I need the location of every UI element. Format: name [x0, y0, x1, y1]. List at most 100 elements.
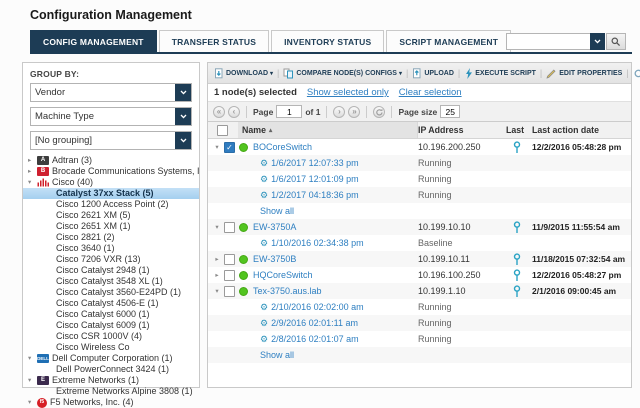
last-page-button[interactable]: » — [348, 106, 360, 118]
table-row-hqcoreswitch[interactable]: ▸ HQCoreSwitch 10.196.100.250 12/2/2016 … — [208, 267, 631, 283]
collapse-row-icon[interactable]: ▾ — [212, 287, 222, 295]
config-row[interactable]: ⚙2/9/2016 02:01:11 am Running — [208, 315, 631, 331]
search-button[interactable] — [606, 33, 626, 50]
group-by-select-3[interactable]: [No grouping] — [30, 131, 192, 150]
config-row[interactable]: ⚙1/10/2016 02:34:38 pm Baseline — [208, 235, 631, 251]
chevron-right-icon[interactable]: ▸ — [28, 155, 37, 166]
tree-item[interactable]: Cisco 7206 VXR (13) — [23, 254, 199, 265]
config-link[interactable]: 1/2/2017 04:18:36 pm — [271, 190, 359, 200]
config-link[interactable]: 1/6/2017 12:07:33 pm — [271, 158, 359, 168]
cisco-logo-icon — [37, 178, 49, 187]
tree-item[interactable]: Cisco Catalyst 3548 XL (1) — [23, 276, 199, 287]
tree-item[interactable]: Cisco 2821 (2) — [23, 232, 199, 243]
column-header-name[interactable]: Name▴ — [238, 122, 418, 138]
tree-item-dell[interactable]: ▾DELLDell Computer Corporation (1) — [23, 353, 199, 364]
table-row-bocoreswitch[interactable]: ▾ ✓ BOCoreSwitch 10.196.200.250 12/2/201… — [208, 139, 631, 155]
page-number-input[interactable] — [276, 105, 302, 118]
nodes-table: ▾ ✓ BOCoreSwitch 10.196.200.250 12/2/201… — [208, 139, 631, 387]
tab-script-management[interactable]: SCRIPT MANAGEMENT — [386, 30, 511, 52]
chevron-down-icon[interactable]: ▾ — [28, 397, 37, 408]
tree-item[interactable]: Extreme Networks Alpine 3808 (1) — [23, 386, 199, 397]
next-page-button[interactable]: › — [333, 106, 345, 118]
config-row[interactable]: ⚙1/6/2017 12:01:09 pm Running — [208, 171, 631, 187]
row-checkbox[interactable] — [224, 254, 235, 265]
row-checkbox[interactable] — [224, 270, 235, 281]
config-row[interactable]: ⚙2/8/2016 02:01:07 am Running — [208, 331, 631, 347]
column-header-last-action[interactable]: Last action date — [532, 125, 631, 135]
tab-transfer-status[interactable]: TRANSFER STATUS — [159, 30, 269, 52]
download-button[interactable]: DOWNLOAD▾ — [211, 68, 276, 79]
config-row[interactable]: ⚙1/6/2017 12:07:33 pm Running — [208, 155, 631, 171]
tree-item[interactable]: Cisco Catalyst 6009 (1) — [23, 320, 199, 331]
tab-config-management[interactable]: CONFIG MANAGEMENT — [30, 30, 157, 52]
edit-properties-button[interactable]: EDIT PROPERTIES — [543, 68, 625, 79]
previous-page-button[interactable]: ‹ — [228, 106, 240, 118]
config-row[interactable]: ⚙2/10/2016 02:02:00 am Running — [208, 299, 631, 315]
tree-item-adtran[interactable]: ▸AAdtran (3) — [23, 155, 199, 166]
update-button[interactable]: UPDATE — [630, 68, 640, 79]
search-input[interactable] — [506, 33, 590, 50]
node-link[interactable]: BOCoreSwitch — [253, 142, 312, 152]
tree-item-brocade[interactable]: ▸BBrocade Communications Systems, Inc. (… — [23, 166, 199, 177]
show-selected-only-link[interactable]: Show selected only — [307, 87, 389, 98]
tree-item[interactable]: Cisco Catalyst 2948 (1) — [23, 265, 199, 276]
node-link[interactable]: EW-3750A — [253, 222, 296, 232]
chevron-down-icon[interactable]: ▾ — [28, 177, 37, 188]
node-link[interactable]: Tex-3750.aus.lab — [253, 286, 322, 296]
tree-item[interactable]: Dell PowerConnect 3424 (1) — [23, 364, 199, 375]
execute-script-button[interactable]: EXECUTE SCRIPT — [461, 68, 539, 79]
row-checkbox[interactable] — [224, 286, 235, 297]
tree-item[interactable]: Cisco 1200 Access Point (2) — [23, 199, 199, 210]
table-row-ew-3750b[interactable]: ▸ EW-3750B 10.199.10.11 11/18/2015 07:32… — [208, 251, 631, 267]
collapse-row-icon[interactable]: ▾ — [212, 143, 222, 151]
chevron-down-icon[interactable]: ▾ — [28, 353, 37, 364]
expand-row-icon[interactable]: ▸ — [212, 255, 222, 263]
row-checkbox[interactable] — [224, 222, 235, 233]
tree-item[interactable]: Cisco CSR 1000V (4) — [23, 331, 199, 342]
tree-item-extreme[interactable]: ▾EExtreme Networks (1) — [23, 375, 199, 386]
config-link[interactable]: 2/9/2016 02:01:11 am — [271, 318, 358, 328]
tree-item-cisco[interactable]: ▾Cisco (40) — [23, 177, 199, 188]
tree-item[interactable]: Cisco 2651 XM (1) — [23, 221, 199, 232]
collapse-row-icon[interactable]: ▾ — [212, 223, 222, 231]
tree-item[interactable]: Cisco 3640 (1) — [23, 243, 199, 254]
show-all-row[interactable]: Show all — [208, 347, 631, 363]
table-row-tex-3750[interactable]: ▾ Tex-3750.aus.lab 10.199.1.10 2/1/2016 … — [208, 283, 631, 299]
chevron-right-icon[interactable]: ▸ — [28, 166, 37, 177]
tree-item-catalyst-37xx-stack[interactable]: Catalyst 37xx Stack (5) — [23, 188, 199, 199]
row-checkbox[interactable]: ✓ — [224, 142, 235, 153]
clear-selection-link[interactable]: Clear selection — [399, 87, 462, 98]
column-header-ip[interactable]: IP Address — [418, 125, 506, 135]
tree-item[interactable]: Cisco 2621 XM (5) — [23, 210, 199, 221]
config-link[interactable]: 2/10/2016 02:02:00 am — [271, 302, 364, 312]
show-all-row[interactable]: Show all — [208, 203, 631, 219]
tab-inventory-status[interactable]: INVENTORY STATUS — [271, 30, 384, 52]
first-page-button[interactable]: « — [213, 106, 225, 118]
page-size-input[interactable] — [440, 105, 460, 118]
config-link[interactable]: 1/6/2017 12:01:09 pm — [271, 174, 359, 184]
page-size-label: Page size — [398, 107, 437, 117]
search-dropdown-button[interactable] — [590, 33, 605, 50]
tree-item[interactable]: Cisco Wireless Co — [23, 342, 199, 353]
tree-item[interactable]: Cisco Catalyst 3560-E24PD (1) — [23, 287, 199, 298]
tree-item-f5[interactable]: ▾f5F5 Networks, Inc. (4) — [23, 397, 199, 408]
chevron-down-icon[interactable]: ▾ — [28, 375, 37, 386]
config-link[interactable]: 1/10/2016 02:34:38 pm — [271, 238, 364, 248]
expand-row-icon[interactable]: ▸ — [212, 271, 222, 279]
select-all-checkbox[interactable] — [217, 125, 228, 136]
node-link[interactable]: EW-3750B — [253, 254, 296, 264]
show-all-link[interactable]: Show all — [260, 350, 294, 360]
group-by-select-2[interactable]: Machine Type — [30, 107, 192, 126]
tree-item[interactable]: Cisco Catalyst 4506-E (1) — [23, 298, 199, 309]
show-all-link[interactable]: Show all — [260, 206, 294, 216]
group-by-select-1[interactable]: Vendor — [30, 83, 192, 102]
upload-button[interactable]: UPLOAD — [409, 68, 457, 79]
config-link[interactable]: 2/8/2016 02:01:07 am — [271, 334, 359, 344]
compare-configs-button[interactable]: COMPARE NODE(S) CONFIGS▾ — [280, 68, 405, 79]
table-row-ew-3750a[interactable]: ▾ EW-3750A 10.199.10.10 11/9/2015 11:55:… — [208, 219, 631, 235]
column-header-last[interactable]: Last — [506, 125, 532, 135]
tree-item[interactable]: Cisco Catalyst 6000 (1) — [23, 309, 199, 320]
refresh-page-button[interactable] — [373, 106, 385, 118]
config-row[interactable]: ⚙1/2/2017 04:18:36 pm Running — [208, 187, 631, 203]
node-link[interactable]: HQCoreSwitch — [253, 270, 313, 280]
